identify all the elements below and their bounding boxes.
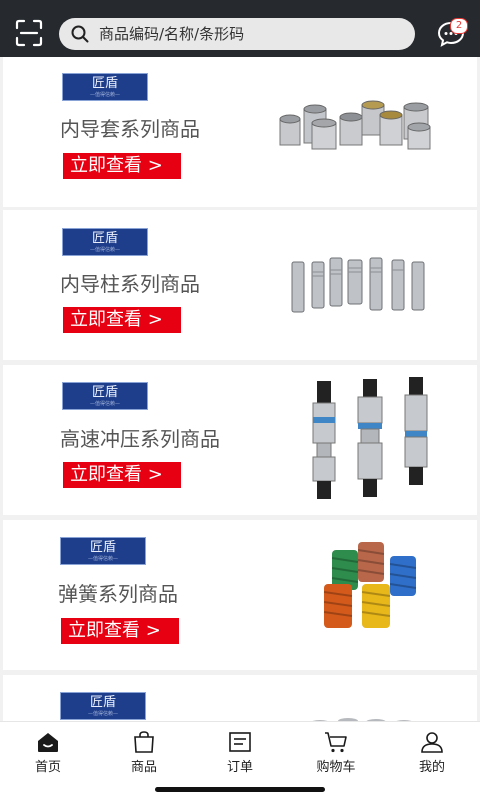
brand-name: 匠盾 (89, 695, 116, 710)
brand-tagline: —值得信赖— (89, 92, 120, 98)
category-title: 内导套系列商品 (60, 117, 200, 141)
scan-icon[interactable] (14, 18, 44, 48)
tab-label: 商品 (130, 760, 157, 775)
category-title: 内导柱系列商品 (60, 272, 200, 296)
search-icon (71, 25, 89, 43)
brand-logo: 匠盾 —值得信赖— (62, 73, 148, 101)
view-now-button[interactable]: 立即查看 > (63, 153, 181, 179)
brand-logo: 匠盾 —值得信赖— (60, 537, 146, 565)
home-icon (38, 733, 58, 752)
category-title: 弹簧系列商品 (58, 582, 178, 606)
category-title: 高速冲压系列商品 (60, 427, 220, 451)
message-badge: 2 (450, 18, 468, 34)
tab-label: 订单 (226, 760, 253, 775)
tab-mine[interactable]: 我的 (384, 722, 480, 782)
category-card-high-speed-stamping[interactable]: 匠盾 —值得信赖— 高速冲压系列商品 立即查看 > (3, 365, 477, 515)
top-bar: 2 (0, 0, 480, 57)
tab-label: 首页 (34, 760, 61, 775)
category-card-guide-pillar[interactable]: 匠盾 —值得信赖— 内导柱系列商品 立即查看 > (3, 210, 477, 360)
category-card-guide-bush[interactable]: 匠盾 —值得信赖— 内导套系列商品 立即查看 > (3, 57, 477, 207)
order-icon (229, 732, 251, 752)
brand-tagline: —值得信赖— (87, 711, 118, 717)
tab-orders[interactable]: 订单 (192, 722, 288, 782)
search-input[interactable] (99, 18, 399, 50)
brand-name: 匠盾 (91, 231, 118, 246)
tab-cart[interactable]: 购物车 (288, 722, 384, 782)
home-indicator (155, 787, 325, 792)
bag-icon (134, 731, 154, 753)
brand-name: 匠盾 (89, 540, 116, 555)
brand-name: 匠盾 (91, 76, 118, 91)
guide-bush-product-image (279, 100, 431, 150)
guide-pillar-product-image (291, 257, 425, 313)
spring-product-image (323, 542, 417, 628)
cart-icon (325, 732, 347, 753)
tab-label: 购物车 (316, 760, 356, 775)
view-now-button[interactable]: 立即查看 > (63, 307, 181, 333)
view-now-button[interactable]: 立即查看 > (61, 618, 179, 644)
view-now-button[interactable]: 立即查看 > (63, 462, 181, 488)
brand-logo: 匠盾 —值得信赖— (60, 692, 146, 720)
brand-name: 匠盾 (91, 385, 118, 400)
stamping-product-image (312, 377, 428, 499)
tab-label: 我的 (418, 760, 445, 775)
brand-logo: 匠盾 —值得信赖— (62, 382, 148, 410)
brand-tagline: —值得信赖— (87, 556, 118, 562)
category-card-spring[interactable]: 匠盾 —值得信赖— 弹簧系列商品 立即查看 > (3, 520, 477, 670)
category-card-partial[interactable]: 匠盾 —值得信赖— (3, 675, 477, 721)
tab-products[interactable]: 商品 (96, 722, 192, 782)
tab-home[interactable]: 首页 (0, 722, 96, 782)
search-bar[interactable] (59, 18, 415, 50)
user-icon (421, 732, 443, 753)
brand-tagline: —值得信赖— (89, 247, 120, 253)
category-list[interactable]: 匠盾 —值得信赖— 内导套系列商品 立即查看 > 匠盾 —值得信赖— 内导柱系列… (0, 57, 480, 721)
brand-tagline: —值得信赖— (89, 401, 120, 407)
brand-logo: 匠盾 —值得信赖— (62, 228, 148, 256)
